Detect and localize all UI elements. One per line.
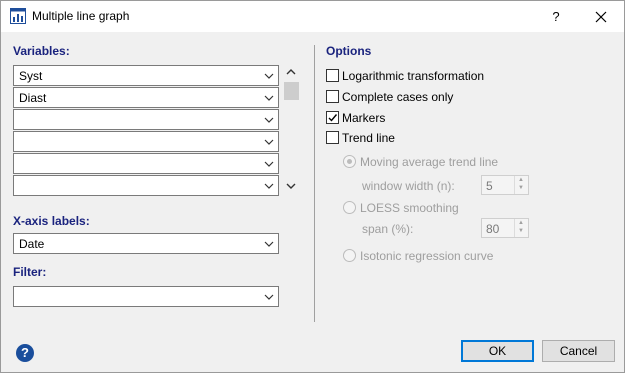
close-button[interactable] xyxy=(586,5,616,29)
window-title: Multiple line graph xyxy=(32,9,130,23)
filter-select[interactable] xyxy=(13,286,279,307)
loess-radio[interactable] xyxy=(343,201,356,214)
xaxis-select-value: Date xyxy=(19,237,45,251)
variable-select-2-value: Diast xyxy=(19,91,47,105)
variable-select-1-value: Syst xyxy=(19,69,43,83)
isotonic-label[interactable]: Isotonic regression curve xyxy=(360,249,493,263)
complete-cases-checkbox[interactable] xyxy=(326,90,339,103)
stepper-up-icon[interactable]: ▲ xyxy=(518,177,524,183)
variable-select-2[interactable]: Diast xyxy=(13,87,279,108)
variable-select-5[interactable] xyxy=(13,153,279,174)
markers-label[interactable]: Markers xyxy=(342,111,385,125)
markers-checkbox[interactable] xyxy=(326,111,339,124)
isotonic-radio[interactable] xyxy=(343,249,356,262)
chevron-down-icon xyxy=(264,161,274,167)
span-stepper[interactable]: 80 ▲ ▼ xyxy=(481,218,529,238)
chart-app-icon xyxy=(10,8,26,24)
variables-scrollbar[interactable] xyxy=(283,65,300,197)
variables-label: Variables: xyxy=(13,44,70,58)
loess-label[interactable]: LOESS smoothing xyxy=(360,201,459,215)
xaxis-label: X-axis labels: xyxy=(13,214,90,228)
stepper-down-icon[interactable]: ▼ xyxy=(518,185,524,191)
dialog-window: Multiple line graph ? Variables: Syst Di… xyxy=(0,0,625,373)
ok-button[interactable]: OK xyxy=(461,340,534,362)
radio-selected-dot xyxy=(347,159,352,164)
chevron-down-icon xyxy=(264,294,274,300)
chevron-down-icon xyxy=(264,73,274,79)
chevron-down-icon xyxy=(264,139,274,145)
checkmark-icon xyxy=(328,114,338,122)
moving-average-radio[interactable] xyxy=(343,155,356,168)
variable-select-6[interactable] xyxy=(13,175,279,196)
trend-line-label[interactable]: Trend line xyxy=(342,131,395,145)
chevron-down-icon xyxy=(264,183,274,189)
variable-select-3[interactable] xyxy=(13,109,279,130)
window-width-stepper[interactable]: 5 ▲ ▼ xyxy=(481,175,529,195)
chevron-down-icon[interactable] xyxy=(286,182,296,190)
scroll-thumb[interactable] xyxy=(284,82,299,100)
window-width-value[interactable]: 5 xyxy=(486,179,493,193)
log-transform-checkbox[interactable] xyxy=(326,69,339,82)
log-transform-label[interactable]: Logarithmic transformation xyxy=(342,69,484,83)
complete-cases-label[interactable]: Complete cases only xyxy=(342,90,453,104)
stepper-buttons: ▲ ▼ xyxy=(514,219,528,237)
variable-select-1[interactable]: Syst xyxy=(13,65,279,86)
trend-line-checkbox[interactable] xyxy=(326,131,339,144)
stepper-up-icon[interactable]: ▲ xyxy=(518,220,524,226)
span-label: span (%): xyxy=(362,222,414,236)
stepper-buttons: ▲ ▼ xyxy=(514,176,528,194)
stepper-down-icon[interactable]: ▼ xyxy=(518,228,524,234)
window-width-label: window width (n): xyxy=(362,179,455,193)
chevron-down-icon xyxy=(264,95,274,101)
close-icon xyxy=(595,11,607,23)
span-value[interactable]: 80 xyxy=(486,222,499,236)
vertical-divider xyxy=(314,45,315,322)
cancel-button[interactable]: Cancel xyxy=(542,340,615,362)
chevron-down-icon xyxy=(264,117,274,123)
options-label: Options xyxy=(326,44,372,58)
chevron-down-icon xyxy=(264,241,274,247)
moving-average-label[interactable]: Moving average trend line xyxy=(360,155,498,169)
chevron-up-icon[interactable] xyxy=(286,68,296,76)
variable-select-4[interactable] xyxy=(13,131,279,152)
help-button[interactable]: ? xyxy=(543,7,569,27)
filter-label: Filter: xyxy=(13,265,47,279)
title-bar: Multiple line graph ? xyxy=(1,1,624,32)
help-icon[interactable]: ? xyxy=(16,344,34,362)
xaxis-select[interactable]: Date xyxy=(13,233,279,254)
